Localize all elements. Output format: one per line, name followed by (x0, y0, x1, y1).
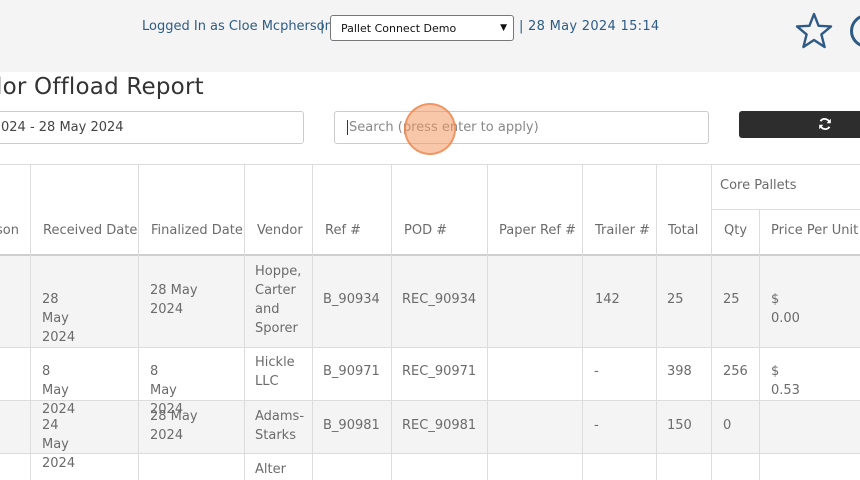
cell-pod: REC_90934 (402, 292, 477, 307)
cell-qty: 25 (723, 292, 740, 307)
top-bar: Logged In as Cloe Mcpherson | Pallet Con… (0, 0, 860, 72)
column-header-pod[interactable]: POD # (404, 223, 447, 238)
cell-vendor: Alter (255, 462, 286, 477)
cell-vendor: Hickle LLC (255, 355, 295, 389)
cell-qty: 0 (723, 418, 732, 433)
cell-ref: B_90934 (323, 292, 380, 307)
date-range-input[interactable]: 024 - 28 May 2024 (0, 111, 304, 144)
logged-in-label: Logged In as Cloe Mcpherson (142, 19, 333, 34)
cell-trailer: - (594, 364, 599, 379)
cell-vendor: Hoppe, Carter and Sporer (255, 264, 302, 336)
search-input[interactable]: Search (press enter to apply) (334, 111, 709, 144)
cell-pod: REC_90971 (402, 364, 477, 379)
column-header-received-date[interactable]: Received Date (43, 223, 137, 238)
column-group-core-pallets: Core Pallets (720, 178, 797, 193)
company-select[interactable]: Pallet Connect Demo ▼ (330, 15, 514, 41)
cell-price: $ 0.53 (771, 364, 800, 398)
chevron-down-icon: ▼ (500, 23, 507, 33)
cell-trailer: 142 (595, 292, 620, 307)
cell-qty: 256 (723, 364, 748, 379)
table-row[interactable] (0, 454, 860, 480)
star-outline-icon[interactable] (795, 12, 833, 50)
column-header-ref[interactable]: Ref # (325, 223, 361, 238)
column-header-qty[interactable]: Qty (724, 223, 747, 238)
column-header-trailer[interactable]: Trailer # (595, 223, 650, 238)
cell-ref: B_90981 (323, 418, 380, 433)
date-range-value: 024 - 28 May 2024 (1, 120, 124, 135)
cell-finalized-date: 28 May 2024 (150, 409, 198, 443)
cell-finalized-date: 28 May 2024 (150, 283, 198, 317)
cell-ref: B_90971 (323, 364, 380, 379)
cell-price: $ 0.00 (771, 292, 800, 326)
cell-total: 398 (667, 364, 692, 379)
refresh-button[interactable] (739, 111, 860, 138)
circle-icon[interactable] (850, 14, 860, 48)
column-header-vendor[interactable]: Vendor (257, 223, 303, 238)
cell-vendor: Adams-Starks (255, 409, 305, 443)
separator: | (519, 19, 524, 34)
cell-received-date: 28 May 2024 (42, 292, 76, 345)
column-header-finalized-date[interactable]: Finalized Date (151, 223, 243, 238)
click-indicator (404, 103, 456, 155)
column-header-price-per-unit[interactable]: Price Per Unit (771, 223, 858, 238)
column-header-paper-ref[interactable]: Paper Ref # (499, 223, 576, 238)
cell-pod: REC_90981 (402, 418, 477, 433)
cell-trailer: - (594, 418, 599, 433)
current-datetime: 28 May 2024 15:14 (528, 19, 660, 34)
cell-received-date: 8 May 2024 (42, 364, 76, 417)
column-header-total[interactable]: Total (668, 223, 698, 238)
company-select-value: Pallet Connect Demo (341, 21, 457, 35)
refresh-icon (819, 118, 831, 130)
separator: | (320, 19, 325, 34)
column-header[interactable]: son (0, 223, 19, 238)
cell-total: 150 (667, 418, 692, 433)
cell-total: 25 (667, 292, 684, 307)
page-title: ndor Offload Report (0, 74, 204, 100)
text-cursor (347, 120, 348, 135)
cell-received-date: 24 May 2024 (42, 418, 76, 471)
